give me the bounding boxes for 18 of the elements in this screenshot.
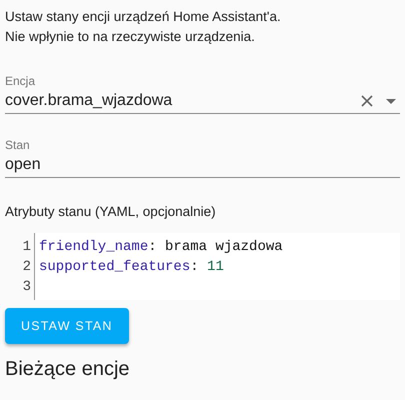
yaml-colon: : (190, 259, 199, 275)
intro-text: Ustaw stany encji urządzeń Home Assistant'a. (5, 8, 282, 26)
yaml-key: friendly_name (39, 239, 148, 255)
state-input[interactable]: Stan open (5, 138, 400, 178)
close-icon[interactable] (360, 94, 374, 108)
yaml-colon: : (148, 239, 157, 255)
intro-text: Nie wpłynie to na rzeczywiste urządzenia. (5, 28, 256, 46)
line-number: 2 (22, 258, 31, 277)
attributes-label: Atrybuty stanu (YAML, opcjonalnie) (5, 204, 217, 219)
code-editor[interactable]: 1 2 3 friendly_name: brama wjazdowa supported_features: 11 (15, 233, 400, 300)
yaml-key: supported_features (39, 259, 190, 275)
line-number: 3 (22, 278, 31, 297)
yaml-value: 11 (207, 259, 224, 275)
entity-combobox[interactable]: Encja cover.brama_wjazdowa (5, 74, 400, 114)
line-number: 1 (22, 238, 31, 257)
section-heading: Bieżące encje (5, 358, 131, 381)
caret-icon[interactable] (386, 98, 396, 104)
yaml-value: brama wjazdowa (165, 239, 283, 255)
